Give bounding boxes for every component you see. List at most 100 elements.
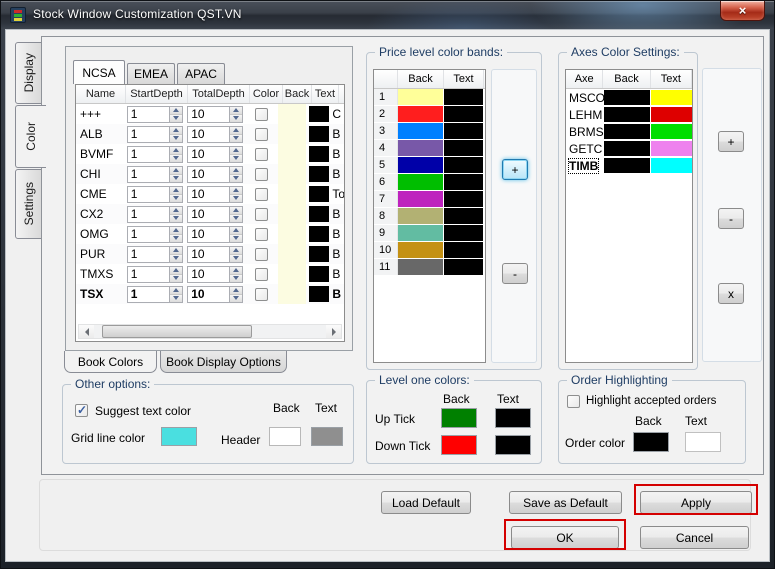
back-color-cell[interactable] bbox=[278, 244, 306, 264]
color-checkbox[interactable] bbox=[255, 148, 268, 161]
depth-spinner[interactable]: 10 bbox=[187, 186, 243, 203]
axes-back-header[interactable]: Back bbox=[603, 70, 650, 88]
spin-up-button[interactable] bbox=[230, 247, 242, 255]
depth-spinner[interactable]: 1 bbox=[127, 246, 183, 263]
depth-spinner[interactable]: 1 bbox=[127, 266, 183, 283]
spin-up-button[interactable] bbox=[170, 107, 182, 115]
band-back-swatch[interactable] bbox=[398, 157, 443, 173]
back-color-cell[interactable] bbox=[278, 284, 306, 304]
spin-down-button[interactable] bbox=[230, 275, 242, 282]
spin-down-button[interactable] bbox=[170, 175, 182, 182]
depth-value[interactable]: 10 bbox=[188, 247, 229, 262]
text-color-cell[interactable] bbox=[306, 106, 332, 122]
header-back-swatch[interactable] bbox=[269, 427, 301, 446]
text-color-swatch[interactable] bbox=[309, 226, 329, 242]
depth-value[interactable]: 1 bbox=[128, 227, 169, 242]
axe-text-swatch[interactable] bbox=[651, 141, 692, 156]
depth-spinner[interactable]: 10 bbox=[187, 126, 243, 143]
axe-name-cell[interactable]: MSCO bbox=[566, 91, 604, 105]
back-color-cell[interactable] bbox=[278, 104, 306, 124]
spin-down-button[interactable] bbox=[230, 215, 242, 222]
text-color-cell[interactable] bbox=[306, 246, 332, 262]
axe-back-swatch[interactable] bbox=[604, 124, 651, 139]
axes-remove-button[interactable]: - bbox=[718, 208, 744, 229]
back-color-cell[interactable] bbox=[278, 204, 306, 224]
spinner-buttons[interactable] bbox=[169, 227, 182, 242]
spin-down-button[interactable] bbox=[170, 275, 182, 282]
axe-back-swatch[interactable] bbox=[604, 141, 651, 156]
band-back-swatch[interactable] bbox=[398, 123, 443, 139]
spin-up-button[interactable] bbox=[170, 187, 182, 195]
band-text-swatch[interactable] bbox=[444, 123, 483, 139]
table-row[interactable]: BVMF110B bbox=[76, 144, 344, 164]
depth-spinner[interactable]: 10 bbox=[187, 286, 243, 303]
axe-back-swatch[interactable] bbox=[604, 107, 651, 122]
spin-up-button[interactable] bbox=[230, 267, 242, 275]
spinner-buttons[interactable] bbox=[229, 267, 242, 282]
down-tick-text-swatch[interactable] bbox=[495, 435, 531, 455]
axe-text-swatch[interactable] bbox=[651, 158, 692, 173]
spin-down-button[interactable] bbox=[170, 135, 182, 142]
save-as-default-button[interactable]: Save as Default bbox=[509, 491, 622, 514]
depth-value[interactable]: 1 bbox=[128, 207, 169, 222]
back-color-cell[interactable] bbox=[278, 264, 306, 284]
tab-book-display-options[interactable]: Book Display Options bbox=[160, 351, 287, 373]
depth-value[interactable]: 1 bbox=[128, 187, 169, 202]
tab-display[interactable]: Display bbox=[15, 42, 42, 104]
band-row[interactable]: 8 bbox=[374, 208, 485, 224]
back-color-cell[interactable] bbox=[278, 184, 306, 204]
band-text-swatch[interactable] bbox=[444, 157, 483, 173]
axes-add-button[interactable]: + bbox=[718, 131, 744, 152]
table-row[interactable]: OMG110B bbox=[76, 224, 344, 244]
band-remove-button[interactable]: - bbox=[502, 263, 528, 284]
band-row[interactable]: 6 bbox=[374, 174, 485, 190]
table-row[interactable]: TSX110B bbox=[76, 284, 344, 304]
spin-up-button[interactable] bbox=[230, 187, 242, 195]
depth-value[interactable]: 10 bbox=[188, 147, 229, 162]
band-back-header[interactable]: Back bbox=[398, 70, 444, 88]
text-color-cell[interactable] bbox=[306, 186, 332, 202]
depth-spinner[interactable]: 10 bbox=[187, 246, 243, 263]
spin-down-button[interactable] bbox=[230, 135, 242, 142]
depth-value[interactable]: 10 bbox=[188, 287, 229, 302]
horizontal-scrollbar[interactable] bbox=[78, 324, 342, 339]
spin-up-button[interactable] bbox=[170, 167, 182, 175]
spinner-buttons[interactable] bbox=[169, 187, 182, 202]
spinner-buttons[interactable] bbox=[229, 127, 242, 142]
axes-row[interactable]: LEHM bbox=[566, 106, 692, 123]
text-color-cell[interactable] bbox=[306, 266, 332, 282]
spinner-buttons[interactable] bbox=[169, 127, 182, 142]
text-color-cell[interactable] bbox=[306, 226, 332, 242]
depth-value[interactable]: 10 bbox=[188, 187, 229, 202]
spin-down-button[interactable] bbox=[230, 115, 242, 122]
text-color-swatch[interactable] bbox=[309, 106, 329, 122]
scroll-left-button[interactable] bbox=[79, 325, 94, 338]
tab-book-colors[interactable]: Book Colors bbox=[64, 351, 157, 373]
order-back-swatch[interactable] bbox=[633, 432, 669, 452]
depth-spinner[interactable]: 1 bbox=[127, 286, 183, 303]
axes-row[interactable]: TIMB bbox=[566, 157, 692, 174]
spin-down-button[interactable] bbox=[170, 155, 182, 162]
axes-row[interactable]: MSCO bbox=[566, 89, 692, 106]
color-checkbox[interactable] bbox=[255, 168, 268, 181]
spinner-buttons[interactable] bbox=[229, 107, 242, 122]
depth-value[interactable]: 10 bbox=[188, 167, 229, 182]
depth-value[interactable]: 10 bbox=[188, 107, 229, 122]
depth-spinner[interactable]: 10 bbox=[187, 146, 243, 163]
color-checkbox[interactable] bbox=[255, 268, 268, 281]
text-color-swatch[interactable] bbox=[309, 266, 329, 282]
spinner-buttons[interactable] bbox=[169, 267, 182, 282]
axe-back-swatch[interactable] bbox=[604, 158, 651, 173]
tab-apac[interactable]: APAC bbox=[177, 63, 225, 84]
depth-value[interactable]: 10 bbox=[188, 227, 229, 242]
ok-button[interactable]: OK bbox=[511, 526, 619, 549]
spin-up-button[interactable] bbox=[170, 267, 182, 275]
spin-down-button[interactable] bbox=[230, 295, 242, 302]
axes-row[interactable]: GETC bbox=[566, 140, 692, 157]
spinner-buttons[interactable] bbox=[169, 167, 182, 182]
table-row[interactable]: CHI110B bbox=[76, 164, 344, 184]
band-back-swatch[interactable] bbox=[398, 208, 443, 224]
tab-settings[interactable]: Settings bbox=[15, 169, 42, 239]
spin-up-button[interactable] bbox=[230, 207, 242, 215]
table-row[interactable]: ALB110B bbox=[76, 124, 344, 144]
